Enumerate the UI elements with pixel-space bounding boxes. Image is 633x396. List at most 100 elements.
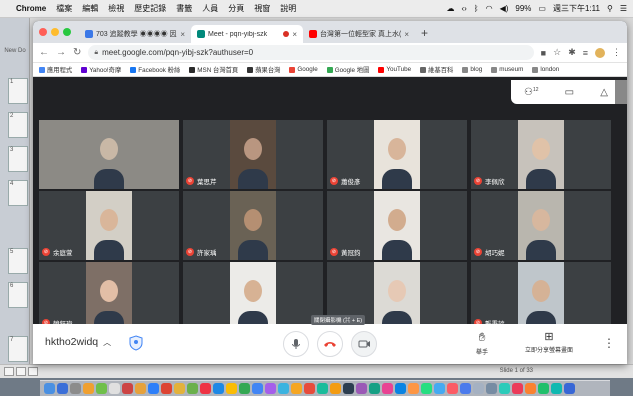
bookmark-item[interactable]: 應用程式 [39, 65, 72, 74]
participant-tile[interactable]: ⊘ 黃冠鈞 [327, 191, 467, 260]
dock-app-icon[interactable] [96, 383, 107, 394]
minimize-window-button[interactable] [51, 28, 59, 36]
normal-view-button[interactable] [4, 367, 14, 376]
bluetooth-icon[interactable]: ᛒ [474, 4, 479, 13]
dock-app-icon[interactable] [538, 383, 549, 394]
bookmark-item[interactable]: Google 地圖 [326, 65, 369, 74]
dock-app-icon[interactable] [486, 383, 497, 394]
reading-view-button[interactable] [28, 367, 38, 376]
cloud-icon[interactable]: ☁ [446, 4, 454, 13]
slide-thumbnail[interactable]: 7 [8, 336, 28, 362]
dock-app-icon[interactable] [317, 383, 328, 394]
tab-youtube[interactable]: 台灣第一位輕型家 真上水(文化 × [303, 25, 415, 43]
participant-tile[interactable]: ⊘ 余庭萱 [39, 191, 179, 260]
participant-tile[interactable]: ⊘ 葉思芹 [183, 120, 323, 189]
chat-button[interactable]: ▭ [565, 87, 574, 98]
new-tab-button[interactable]: + [415, 26, 434, 43]
dock-app-icon[interactable] [213, 383, 224, 394]
dock-app-icon[interactable] [122, 383, 133, 394]
dock-app-icon[interactable] [382, 383, 393, 394]
dock-app-icon[interactable] [330, 383, 341, 394]
close-tab-icon[interactable]: × [292, 30, 297, 39]
menu-item-bookmarks[interactable]: 書籤 [176, 3, 192, 14]
dock-app-icon[interactable] [512, 383, 523, 394]
bookmark-folder[interactable]: london [532, 66, 559, 73]
slide-thumbnail[interactable]: 3 [8, 146, 28, 172]
dock-app-icon[interactable] [525, 383, 536, 394]
code-icon[interactable]: ‹› [461, 4, 466, 13]
participant-tile[interactable]: ⊘ 蕭俊彥 [327, 120, 467, 189]
dock-app-icon[interactable] [265, 383, 276, 394]
battery-percent[interactable]: 99% [515, 4, 531, 13]
dock-app-icon[interactable] [447, 383, 458, 394]
dock-app-icon[interactable] [408, 383, 419, 394]
zoom-window-button[interactable] [63, 28, 71, 36]
dock-app-icon[interactable] [369, 383, 380, 394]
bookmark-item[interactable]: Facebook 粉絲 [130, 65, 180, 74]
menu-item-history[interactable]: 歷史記錄 [134, 3, 166, 14]
address-bar[interactable]: 🔒︎ meet.google.com/pqn-yibj-szk?authuser… [88, 45, 534, 60]
shield-icon[interactable] [129, 335, 143, 351]
slide-thumbnail[interactable]: 1 [8, 78, 28, 104]
bookmark-item[interactable]: Yahoo!奇摩 [81, 65, 121, 74]
slide-thumbnail[interactable]: 5 [8, 248, 28, 274]
wifi-icon[interactable]: ◠ [486, 4, 493, 13]
slide-thumbnail[interactable]: 2 [8, 112, 28, 138]
dock-app-icon[interactable] [551, 383, 562, 394]
dock-app-icon[interactable] [499, 383, 510, 394]
dock-app-icon[interactable] [70, 383, 81, 394]
self-preview[interactable] [615, 80, 627, 104]
dock-app-icon[interactable] [57, 383, 68, 394]
dock-app-icon[interactable] [421, 383, 432, 394]
menu-clock[interactable]: 週三下午1:11 [553, 3, 600, 14]
puzzle-icon[interactable]: ✱ [568, 47, 576, 58]
reload-icon[interactable]: ↻ [73, 47, 81, 58]
bookmark-folder[interactable]: museum [491, 66, 523, 73]
close-tab-icon[interactable]: × [180, 30, 185, 39]
bookmark-folder[interactable]: blog [462, 66, 482, 73]
tab-meet[interactable]: Meet - pqn-yibj-szk × [191, 25, 303, 43]
queue-icon[interactable]: ≡ [583, 48, 588, 58]
participant-tile[interactable]: ⊘賴鈺瑋 [39, 262, 179, 331]
battery-icon[interactable]: ▭ [538, 4, 546, 13]
mic-toggle-button[interactable] [283, 331, 309, 357]
dock-app-icon[interactable] [460, 383, 471, 394]
list-icon[interactable]: ☰ [620, 4, 627, 13]
dock-app-icon[interactable] [278, 383, 289, 394]
menu-item-people[interactable]: 人員 [202, 3, 218, 14]
tab-classroom[interactable]: 703 追蹤教學 ◉◉◉◉ 因應以下 × [79, 25, 191, 43]
menu-item-help[interactable]: 說明 [280, 3, 296, 14]
bookmark-item[interactable]: YouTube [378, 66, 411, 73]
dock-app-icon[interactable] [343, 383, 354, 394]
bookmark-item[interactable]: Google [289, 66, 318, 73]
camera-icon[interactable]: ■ [541, 48, 546, 58]
search-icon[interactable]: ⚲ [607, 4, 613, 13]
participant-tile[interactable]: ⊘龔秉諺 [471, 262, 611, 331]
sorter-view-button[interactable] [16, 367, 26, 376]
dock-app-icon[interactable] [564, 383, 575, 394]
more-options-icon[interactable]: ⋮ [603, 336, 615, 350]
dock-app-icon[interactable] [174, 383, 185, 394]
dock-app-icon[interactable] [356, 383, 367, 394]
bookmark-item[interactable]: 維基百科 [420, 65, 453, 74]
participant-tile[interactable]: ⊘ 許家瑀 [183, 191, 323, 260]
menu-app-name[interactable]: Chrome [16, 4, 46, 13]
close-tab-icon[interactable]: × [404, 30, 409, 39]
dock-app-icon[interactable] [252, 383, 263, 394]
participant-tile[interactable]: ⊘ 胡巧妮 [471, 191, 611, 260]
meeting-details-button[interactable]: hktho2widq ︿ [45, 336, 111, 348]
participant-tile[interactable] [183, 262, 323, 331]
camera-toggle-button[interactable] [351, 331, 377, 357]
dock-app-icon[interactable] [239, 383, 250, 394]
dock-app-icon[interactable] [161, 383, 172, 394]
leave-call-button[interactable] [317, 331, 343, 357]
menu-item-tabs[interactable]: 分頁 [228, 3, 244, 14]
activities-button[interactable]: △ [600, 87, 608, 98]
dock-app-icon[interactable] [473, 383, 484, 394]
slide-thumbnail[interactable]: 6 [8, 282, 28, 308]
dock-app-icon[interactable] [135, 383, 146, 394]
dock-app-icon[interactable] [226, 383, 237, 394]
present-now-button[interactable]: ⊞ 立即分享螢幕畫面 [525, 330, 573, 354]
volume-icon[interactable]: ◀) [500, 4, 509, 13]
dock-app-icon[interactable] [434, 383, 445, 394]
